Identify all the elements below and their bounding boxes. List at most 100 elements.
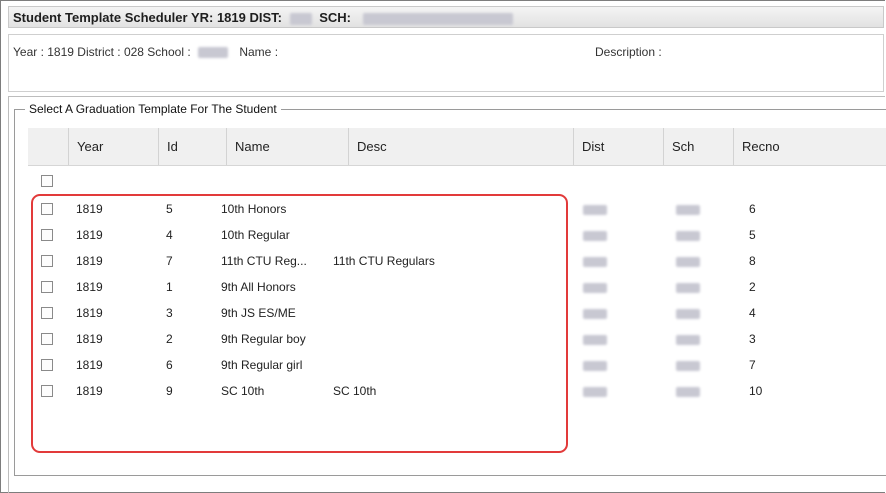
cell-dist (583, 300, 607, 326)
column-header-recno[interactable]: Recno (733, 128, 886, 165)
redacted-sch (676, 204, 700, 215)
cell-dist (583, 248, 607, 274)
cell-id: 2 (166, 332, 173, 346)
row-checkbox[interactable] (41, 229, 53, 241)
redacted-sch (676, 360, 700, 371)
redacted-dist (583, 256, 607, 267)
row-checkbox[interactable] (41, 307, 53, 319)
cell-year: 1819 (76, 280, 103, 294)
cell-desc: SC 10th (333, 384, 377, 398)
row-checkbox[interactable] (41, 203, 53, 215)
description-label: Description : (595, 45, 662, 59)
table-row[interactable]: 1819 5 10th Honors 6 (28, 196, 886, 222)
column-header-name[interactable]: Name (226, 128, 348, 165)
row-checkbox[interactable] (41, 359, 53, 371)
template-grid: Year Id Name Desc Dist Sch Recno 1819 5 10… (28, 128, 886, 404)
cell-sch (676, 222, 700, 248)
redacted-district (289, 12, 312, 25)
name-label: Name : (239, 45, 279, 59)
window-title-bar: Student Template Scheduler YR: 1819 DIST… (8, 6, 884, 28)
cell-name: 9th All Honors (221, 280, 296, 294)
cell-year: 1819 (76, 358, 103, 372)
cell-id: 1 (166, 280, 173, 294)
cell-sch (676, 378, 700, 404)
row-checkbox[interactable] (41, 255, 53, 267)
cell-id: 5 (166, 202, 173, 216)
cell-year: 1819 (76, 228, 103, 242)
table-row[interactable]: 1819 6 9th Regular girl 7 (28, 352, 886, 378)
cell-year: 1819 (76, 202, 103, 216)
cell-recno: 7 (749, 358, 756, 372)
cell-sch (676, 248, 700, 274)
cell-dist (583, 274, 607, 300)
cell-sch (676, 300, 700, 326)
redacted-dist (583, 360, 607, 371)
redacted-dist (583, 308, 607, 319)
redacted-sch (676, 308, 700, 319)
redacted-sch (676, 282, 700, 293)
grid-header: Year Id Name Desc Dist Sch Recno (28, 128, 886, 166)
cell-recno: 8 (749, 254, 756, 268)
table-row[interactable]: 1819 7 11th CTU Reg... 11th CTU Regulars 8 (28, 248, 886, 274)
table-row[interactable]: 1819 4 10th Regular 5 (28, 222, 886, 248)
cell-year: 1819 (76, 254, 103, 268)
select-all-row (28, 166, 886, 196)
cell-sch (676, 326, 700, 352)
table-row[interactable]: 1819 2 9th Regular boy 3 (28, 326, 886, 352)
group-legend: Select A Graduation Template For The Stu… (29, 102, 277, 116)
cell-dist (583, 196, 607, 222)
column-header-sch[interactable]: Sch (663, 128, 733, 165)
cell-year: 1819 (76, 306, 103, 320)
redacted-dist (583, 386, 607, 397)
cell-recno: 6 (749, 202, 756, 216)
cell-name: 9th Regular boy (221, 332, 306, 346)
column-header-id[interactable]: Id (158, 128, 226, 165)
cell-recno: 10 (749, 384, 763, 398)
cell-name: 10th Regular (221, 228, 290, 242)
select-column-header (28, 128, 68, 165)
row-checkbox[interactable] (41, 333, 53, 345)
cell-name: 9th Regular girl (221, 358, 303, 372)
redacted-sch (676, 256, 700, 267)
redacted-school-code (198, 47, 228, 59)
redacted-school-name (362, 12, 513, 25)
row-checkbox[interactable] (41, 281, 53, 293)
year-district-school-label: Year : 1819 District : 028 School : (13, 45, 191, 59)
redacted-sch (676, 230, 700, 241)
cell-recno: 4 (749, 306, 756, 320)
cell-dist (583, 326, 607, 352)
cell-name: 11th CTU Reg... (221, 254, 307, 268)
redacted-sch (676, 386, 700, 397)
cell-name: SC 10th (221, 384, 265, 398)
table-row[interactable]: 1819 3 9th JS ES/ME 4 (28, 300, 886, 326)
redacted-dist (583, 230, 607, 241)
cell-sch (676, 274, 700, 300)
cell-recno: 5 (749, 228, 756, 242)
cell-id: 9 (166, 384, 173, 398)
cell-recno: 2 (749, 280, 756, 294)
cell-dist (583, 222, 607, 248)
cell-desc: 11th CTU Regulars (333, 254, 435, 268)
table-row[interactable]: 1819 9 SC 10th SC 10th 10 (28, 378, 886, 404)
cell-id: 7 (166, 254, 173, 268)
cell-recno: 3 (749, 332, 756, 346)
redacted-sch (676, 334, 700, 345)
window-title: Student Template Scheduler YR: 1819 DIST… (13, 10, 282, 25)
cell-sch (676, 196, 700, 222)
cell-sch (676, 352, 700, 378)
column-header-dist[interactable]: Dist (573, 128, 663, 165)
select-all-checkbox[interactable] (41, 175, 53, 187)
redacted-dist (583, 334, 607, 345)
cell-name: 10th Honors (221, 202, 287, 216)
cell-dist (583, 352, 607, 378)
table-row[interactable]: 1819 1 9th All Honors 2 (28, 274, 886, 300)
row-checkbox[interactable] (41, 385, 53, 397)
redacted-dist (583, 204, 607, 215)
cell-name: 9th JS ES/ME (221, 306, 296, 320)
redacted-dist (583, 282, 607, 293)
cell-id: 6 (166, 358, 173, 372)
cell-id: 3 (166, 306, 173, 320)
column-header-desc[interactable]: Desc (348, 128, 573, 165)
column-header-year[interactable]: Year (68, 128, 158, 165)
student-info-bar: Year : 1819 District : 028 School : Name… (8, 34, 884, 92)
